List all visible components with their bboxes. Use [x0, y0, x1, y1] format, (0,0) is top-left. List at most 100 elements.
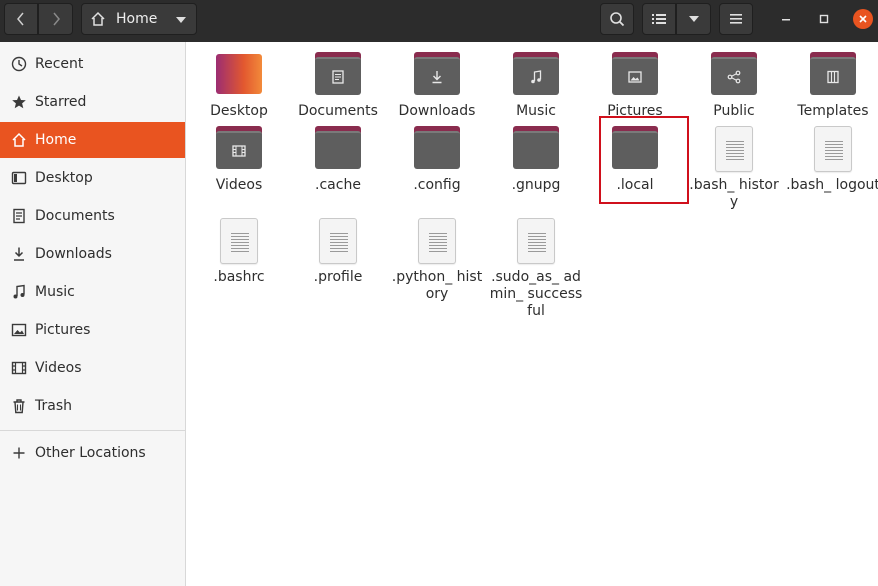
- list-view-icon: [652, 14, 666, 24]
- file-item-profile[interactable]: .profile: [288, 218, 388, 286]
- close-icon: [859, 15, 867, 23]
- view-options-button[interactable]: [676, 3, 711, 35]
- sidebar-item-label: Trash: [35, 398, 72, 414]
- text-file-icon: [314, 218, 362, 266]
- desktop-icon: [10, 170, 27, 187]
- chevron-left-icon: [17, 12, 24, 26]
- file-label: Downloads: [398, 103, 476, 119]
- folder-icon: [413, 126, 461, 174]
- sidebar-divider: [0, 430, 185, 431]
- sidebar-item-music[interactable]: Music: [0, 274, 185, 310]
- file-item-bash-logout[interactable]: .bash_ logout: [783, 126, 878, 194]
- file-item-downloads[interactable]: Downloads: [387, 52, 487, 120]
- file-item-cache[interactable]: .cache: [288, 126, 388, 194]
- sidebar-item-videos[interactable]: Videos: [0, 350, 185, 386]
- file-label: Music: [516, 103, 556, 119]
- selection-highlight-box: [599, 116, 689, 204]
- file-label: Documents: [298, 103, 378, 119]
- main-menu-button[interactable]: [719, 3, 753, 35]
- chevron-down-icon: [688, 16, 699, 22]
- star-icon: [10, 94, 27, 111]
- templates-folder-icon: [809, 52, 857, 100]
- sidebar-item-other-locations[interactable]: Other Locations: [0, 435, 185, 471]
- sidebar-item-desktop[interactable]: Desktop: [0, 160, 185, 196]
- file-item-bash-history[interactable]: .bash_ history: [684, 126, 784, 211]
- text-file-icon: [413, 218, 461, 266]
- chevron-right-icon: [52, 12, 60, 26]
- file-label: .gnupg: [511, 177, 561, 193]
- file-item-templates[interactable]: Templates: [783, 52, 878, 120]
- sidebar-item-label: Pictures: [35, 322, 91, 338]
- maximize-button[interactable]: [814, 9, 834, 29]
- minimize-button[interactable]: [776, 9, 796, 29]
- forward-button[interactable]: [38, 3, 73, 35]
- desktop-folder-icon: [215, 52, 263, 100]
- file-item-videos[interactable]: Videos: [189, 126, 289, 194]
- file-label: Public: [713, 103, 755, 119]
- file-label: .bash_ logout: [786, 177, 878, 193]
- header-bar: Home: [0, 0, 878, 42]
- documents-folder-icon: [314, 52, 362, 100]
- download-icon: [10, 246, 27, 263]
- file-label: .python_ history: [391, 269, 483, 302]
- downloads-folder-icon: [413, 52, 461, 100]
- text-file-icon: [215, 218, 263, 266]
- hamburger-icon: [730, 14, 742, 24]
- file-item-public[interactable]: Public: [684, 52, 784, 120]
- minimize-icon: [782, 19, 790, 21]
- sidebar-item-label: Desktop: [35, 170, 93, 186]
- sidebar-item-starred[interactable]: Starred: [0, 84, 185, 120]
- file-item-bashrc[interactable]: .bashrc: [189, 218, 289, 286]
- sidebar-item-recent[interactable]: Recent: [0, 46, 185, 82]
- close-button[interactable]: [853, 9, 873, 29]
- document-icon: [10, 208, 27, 225]
- folder-icon: [512, 126, 560, 174]
- folder-icon: [314, 126, 362, 174]
- search-button[interactable]: [600, 3, 634, 35]
- file-grid: Desktop Documents Downloads Music Pictur…: [187, 42, 878, 586]
- file-item-music[interactable]: Music: [486, 52, 586, 120]
- home-icon: [91, 11, 105, 26]
- file-item-desktop[interactable]: Desktop: [189, 52, 289, 120]
- sidebar-item-downloads[interactable]: Downloads: [0, 236, 185, 272]
- sidebar-item-trash[interactable]: Trash: [0, 388, 185, 424]
- search-icon: [610, 12, 625, 27]
- music-folder-icon: [512, 52, 560, 100]
- sidebar-item-pictures[interactable]: Pictures: [0, 312, 185, 348]
- file-item-python-history[interactable]: .python_ history: [387, 218, 487, 303]
- file-label: Videos: [215, 177, 263, 193]
- file-label: .config: [413, 177, 461, 193]
- public-folder-icon: [710, 52, 758, 100]
- file-item-gnupg[interactable]: .gnupg: [486, 126, 586, 194]
- file-label: .profile: [313, 269, 363, 285]
- back-button[interactable]: [4, 3, 38, 35]
- sidebar: Recent Starred Home Desktop Documents Do…: [0, 42, 186, 586]
- text-file-icon: [512, 218, 560, 266]
- sidebar-item-label: Home: [35, 132, 77, 148]
- sidebar-item-label: Other Locations: [35, 445, 146, 461]
- file-label: Desktop: [210, 103, 268, 119]
- file-item-config[interactable]: .config: [387, 126, 487, 194]
- music-icon: [10, 284, 27, 301]
- file-label: .cache: [315, 177, 361, 193]
- path-label: Home: [116, 11, 158, 27]
- trash-icon: [10, 398, 27, 415]
- file-label: Templates: [797, 103, 869, 119]
- file-item-sudo-as-admin-successful[interactable]: .sudo_as_ admin_ successful: [486, 218, 586, 320]
- text-file-icon: [710, 126, 758, 174]
- file-label: .bashrc: [213, 269, 265, 285]
- path-dropdown-icon[interactable]: [176, 17, 186, 23]
- pictures-folder-icon: [611, 52, 659, 100]
- home-icon: [10, 132, 27, 149]
- path-bar-home[interactable]: Home: [81, 3, 197, 35]
- file-item-documents[interactable]: Documents: [288, 52, 388, 120]
- plus-icon: [10, 445, 27, 462]
- view-toggle-button[interactable]: [642, 3, 676, 35]
- maximize-icon: [819, 14, 829, 24]
- sidebar-item-label: Videos: [35, 360, 82, 376]
- sidebar-item-documents[interactable]: Documents: [0, 198, 185, 234]
- videos-folder-icon: [215, 126, 263, 174]
- sidebar-item-home[interactable]: Home: [0, 122, 185, 158]
- sidebar-item-label: Downloads: [35, 246, 112, 262]
- file-item-pictures[interactable]: Pictures: [585, 52, 685, 120]
